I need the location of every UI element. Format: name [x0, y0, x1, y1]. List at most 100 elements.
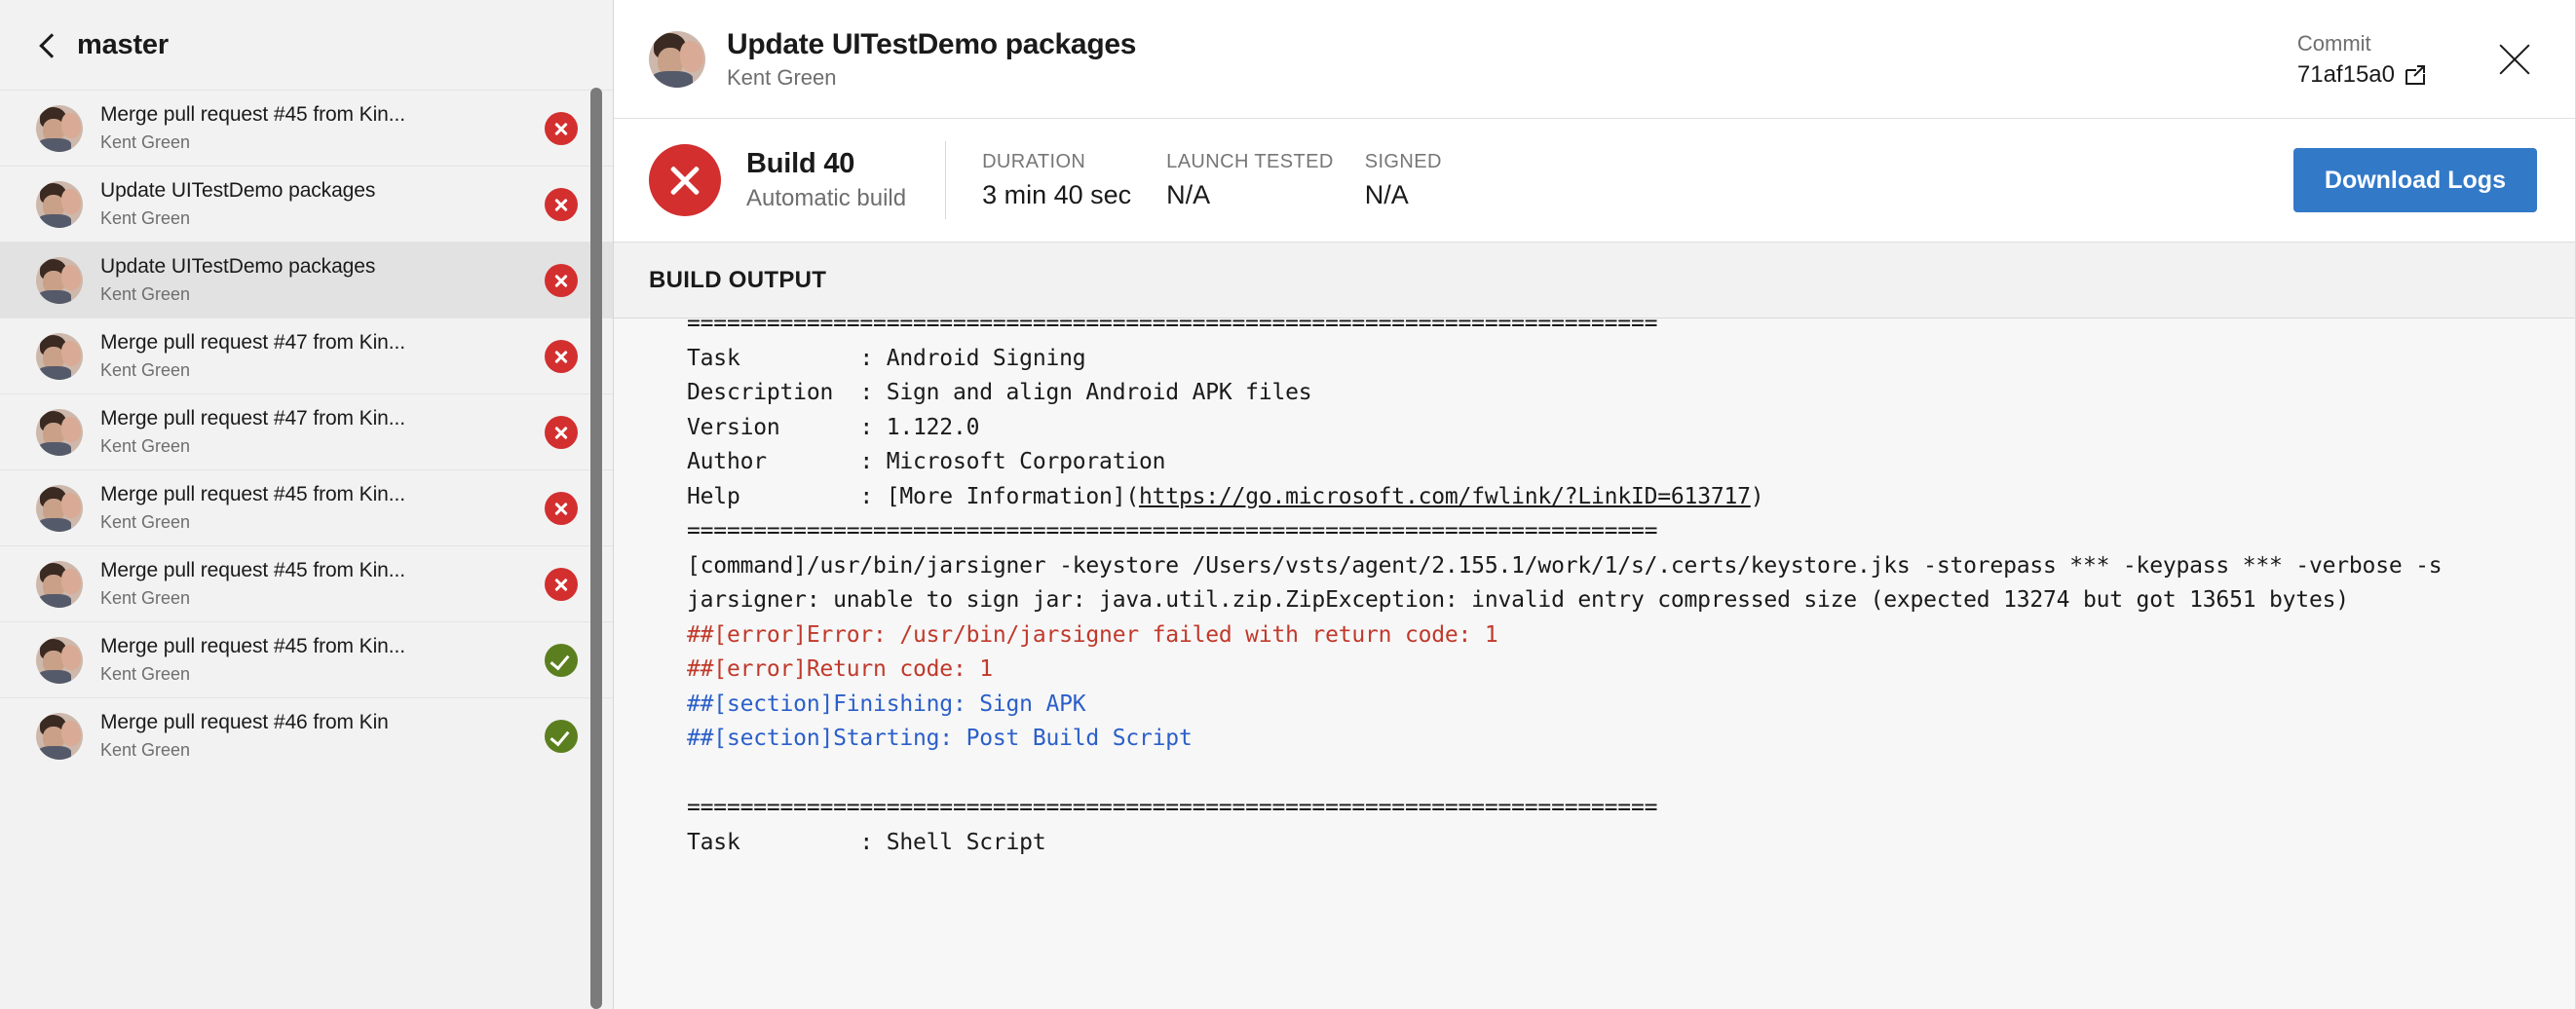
commit-list-item-author: Kent Green — [100, 664, 191, 684]
commit-author: Kent Green — [727, 64, 837, 90]
status-badge-failed-icon — [545, 263, 578, 297]
commit-list-item-text: Merge pull request #45 from Kin... Kent G… — [100, 481, 533, 535]
status-badge-failed-icon — [545, 415, 578, 449]
commit-list-item-title: Merge pull request #47 from Kin... — [100, 407, 405, 430]
chevron-left-icon[interactable] — [36, 34, 57, 56]
status-badge-failed-icon — [545, 491, 578, 525]
stat-launch-tested: LAUNCH TESTED N/A — [1166, 147, 1334, 213]
avatar — [36, 408, 83, 456]
branch-name: master — [77, 28, 169, 60]
stat-launch-tested-value: N/A — [1166, 180, 1211, 209]
build-log-line: Task : Shell Script — [687, 829, 1046, 855]
build-log-line: ##[section]Finishing: Sign APK — [687, 691, 1086, 717]
build-detail-screen: master Merge pull request #45 from Kin..… — [0, 0, 2576, 1009]
commit-list-item[interactable]: Merge pull request #46 from Kin Kent Gree… — [0, 697, 614, 773]
stat-signed: SIGNED N/A — [1365, 147, 1442, 213]
commit-list-item[interactable]: Merge pull request #47 from Kin... Kent G… — [0, 318, 614, 393]
commit-list-item[interactable]: Update UITestDemo packages Kent Green — [0, 242, 614, 318]
sidebar-scrollbar[interactable] — [590, 88, 602, 1009]
status-badge-failed-icon — [545, 187, 578, 221]
commit-list-item-author: Kent Green — [100, 284, 191, 304]
build-log-line: ========================================… — [687, 795, 1658, 820]
commit-list-item-text: Merge pull request #45 from Kin... Kent G… — [100, 557, 533, 611]
avatar — [36, 712, 83, 760]
summary-divider — [945, 141, 947, 219]
commit-list-sidebar: master Merge pull request #45 from Kin..… — [0, 0, 614, 1009]
build-kind: Automatic build — [746, 185, 907, 211]
stat-duration: DURATION 3 min 40 sec — [982, 147, 1131, 213]
commit-list-item-author: Kent Green — [100, 436, 191, 456]
build-log-line: ========================================… — [687, 318, 1658, 336]
commit-list-item[interactable]: Merge pull request #45 from Kin... Kent G… — [0, 545, 614, 621]
download-logs-button[interactable]: Download Logs — [2292, 148, 2537, 212]
commit-list-item-title: Merge pull request #47 from Kin... — [100, 331, 405, 354]
avatar — [36, 180, 83, 228]
commit-list-item-title: Merge pull request #45 from Kin... — [100, 635, 405, 657]
commit-list-item[interactable]: Merge pull request #47 from Kin... Kent G… — [0, 393, 614, 469]
build-log-link[interactable]: https://go.microsoft.com/fwlink/?LinkID=… — [1139, 484, 1751, 509]
avatar — [649, 30, 705, 88]
commit-list: Merge pull request #45 from Kin... Kent G… — [0, 90, 614, 773]
commit-list-item-text: Merge pull request #47 from Kin... Kent G… — [100, 329, 533, 383]
commit-list-item-text: Merge pull request #47 from Kin... Kent G… — [100, 405, 533, 459]
build-log-text: ========================================… — [614, 318, 2443, 860]
build-log-line: Author : Microsoft Corporation — [687, 449, 1166, 474]
commit-list-item-title: Update UITestDemo packages — [100, 255, 376, 278]
build-log-line: Version : 1.122.0 — [687, 414, 980, 440]
close-icon[interactable] — [2492, 37, 2537, 82]
status-badge-failed-icon — [545, 567, 578, 601]
commit-list-item[interactable]: Merge pull request #45 from Kin... Kent G… — [0, 621, 614, 697]
commit-list-item-text: Update UITestDemo packages Kent Green — [100, 177, 533, 231]
commit-hash-link[interactable]: 71af15a0 — [2297, 59, 2426, 91]
error-circle-icon — [649, 144, 721, 216]
build-log-viewport[interactable]: ========================================… — [614, 318, 2576, 1009]
commit-list-item-text: Merge pull request #46 from Kin Kent Gree… — [100, 709, 533, 763]
avatar — [36, 256, 83, 304]
build-detail-pane: Update UITestDemo packages Kent Green Co… — [614, 0, 2576, 1009]
stat-launch-tested-label: LAUNCH TESTED — [1166, 151, 1334, 172]
avatar — [36, 104, 83, 152]
commit-list-item-author: Kent Green — [100, 588, 191, 608]
build-log-line: [command]/usr/bin/jarsigner -keystore /U… — [687, 552, 2443, 579]
commit-list-item-title: Update UITestDemo packages — [100, 179, 376, 202]
header-text: Update UITestDemo packages Kent Green — [727, 26, 2297, 93]
commit-list-item-text: Merge pull request #45 from Kin... Kent G… — [100, 101, 533, 155]
stat-signed-label: SIGNED — [1364, 151, 1442, 172]
commit-list-item-author: Kent Green — [100, 740, 191, 760]
build-log-line — [687, 757, 2442, 792]
build-number: Build 40 — [746, 148, 855, 179]
commit-list-item-title: Merge pull request #46 from Kin — [100, 711, 389, 733]
build-log-line: Help : [More Information](https://go.mic… — [687, 483, 1764, 509]
commit-list-item-text: Merge pull request #45 from Kin... Kent G… — [100, 633, 533, 687]
avatar — [36, 332, 83, 380]
avatar — [36, 560, 83, 608]
commit-info: Commit 71af15a0 — [2297, 28, 2426, 91]
commit-list-item-author: Kent Green — [100, 360, 191, 380]
page-title: Update UITestDemo packages — [727, 27, 1137, 60]
stat-signed-value: N/A — [1364, 180, 1409, 209]
build-log-line: ========================================… — [687, 518, 1658, 543]
build-log-line: jarsigner: unable to sign jar: java.util… — [687, 587, 2349, 613]
commit-list-item[interactable]: Merge pull request #45 from Kin... Kent G… — [0, 90, 614, 166]
commit-list-item-title: Merge pull request #45 from Kin... — [100, 103, 405, 126]
commit-list-item-title: Merge pull request #45 from Kin... — [100, 559, 405, 581]
commit-list-item-author: Kent Green — [100, 208, 191, 228]
build-log-line: ##[error]Error: /usr/bin/jarsigner faile… — [687, 621, 1498, 648]
build-log-line: ##[error]Return code: 1 — [687, 656, 993, 682]
commit-list-item[interactable]: Merge pull request #45 from Kin... Kent G… — [0, 469, 614, 545]
build-log-line: Description : Sign and align Android APK… — [687, 380, 1312, 405]
stat-duration-value: 3 min 40 sec — [982, 180, 1132, 209]
build-log-line: ##[section]Starting: Post Build Script — [687, 726, 1193, 751]
stat-duration-label: DURATION — [982, 151, 1086, 172]
detail-header: Update UITestDemo packages Kent Green Co… — [614, 0, 2576, 119]
status-badge-failed-icon — [545, 111, 578, 145]
commit-hash: 71af15a0 — [2296, 60, 2395, 88]
build-log-line: Task : Android Signing — [687, 345, 1086, 371]
status-badge-succeeded-icon — [545, 719, 578, 753]
commit-list-item[interactable]: Update UITestDemo packages Kent Green — [0, 166, 614, 242]
build-summary-bar: Build 40 Automatic build DURATION 3 min … — [614, 119, 2576, 243]
avatar — [36, 484, 83, 532]
external-link-icon[interactable] — [2405, 64, 2426, 86]
build-output-section-header: BUILD OUTPUT — [614, 243, 2576, 318]
commit-list-item-author: Kent Green — [100, 132, 191, 152]
